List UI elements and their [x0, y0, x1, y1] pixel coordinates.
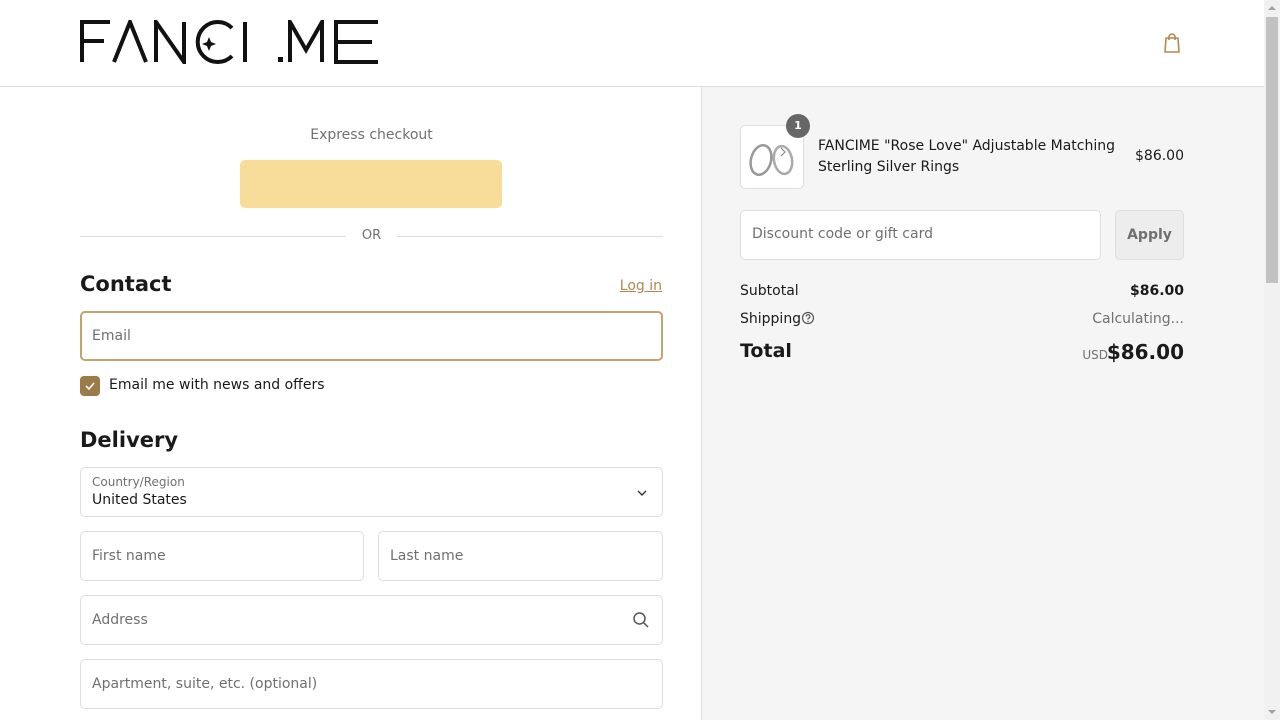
- discount-code-input[interactable]: Discount code or gift card: [740, 210, 1101, 260]
- product-price: $86.00: [1135, 148, 1184, 164]
- total-value: $86.00: [1106, 340, 1184, 364]
- subtotal-label: Subtotal: [740, 283, 799, 299]
- newsletter-checkbox[interactable]: [80, 376, 100, 396]
- or-label: OR: [361, 228, 382, 243]
- last-name-field[interactable]: Last name: [378, 531, 663, 581]
- contact-heading: Contact: [80, 272, 172, 296]
- header: [0, 0, 1264, 87]
- order-summary: 1 FANCIME "Rose Love" Adjustable Matchin…: [702, 87, 1264, 720]
- address-placeholder: Address: [92, 612, 148, 628]
- total-currency: USD: [1082, 348, 1108, 362]
- discount-placeholder: Discount code or gift card: [752, 226, 933, 242]
- shipping-label: Shipping: [740, 311, 802, 327]
- first-name-field[interactable]: First name: [80, 531, 364, 581]
- apply-discount-button[interactable]: Apply: [1115, 210, 1184, 260]
- shipping-value: Calculating...: [1092, 311, 1184, 327]
- country-label: Country/Region: [92, 475, 185, 489]
- total-label: Total: [740, 340, 792, 362]
- checkout-main: Express checkout OR Contact Log in Email…: [0, 87, 702, 720]
- delivery-heading: Delivery: [80, 428, 179, 452]
- country-select[interactable]: Country/Region United States: [80, 467, 663, 517]
- checkmark-icon: [85, 382, 95, 391]
- express-checkout-button[interactable]: [240, 160, 502, 208]
- apartment-field[interactable]: Apartment, suite, etc. (optional): [80, 659, 663, 709]
- cart-bag-icon[interactable]: [1161, 32, 1183, 54]
- fancime-logo[interactable]: [80, 14, 380, 69]
- scroll-up-arrow-icon[interactable]: [1264, 0, 1280, 16]
- page-scrollbar[interactable]: [1264, 0, 1280, 720]
- newsletter-label: Email me with news and offers: [109, 377, 325, 393]
- address-field[interactable]: Address: [80, 595, 663, 645]
- first-name-placeholder: First name: [92, 548, 166, 564]
- email-placeholder: Email: [92, 328, 131, 344]
- country-value: United States: [92, 492, 187, 508]
- product-name: FANCIME "Rose Love" Adjustable Matching …: [818, 138, 1116, 175]
- search-icon: [633, 612, 649, 628]
- scrollbar-thumb[interactable]: [1266, 17, 1278, 283]
- login-link[interactable]: Log in: [620, 278, 662, 294]
- chevron-down-icon: [637, 490, 647, 496]
- email-field[interactable]: Email: [80, 311, 663, 361]
- help-circle-icon[interactable]: [801, 311, 815, 325]
- subtotal-value: $86.00: [1129, 283, 1184, 299]
- apartment-placeholder: Apartment, suite, etc. (optional): [92, 676, 318, 692]
- quantity-badge: 1: [786, 114, 810, 138]
- scroll-down-arrow-icon[interactable]: [1264, 704, 1280, 720]
- express-checkout-label: Express checkout: [310, 127, 433, 143]
- last-name-placeholder: Last name: [390, 548, 464, 564]
- or-divider: OR: [80, 227, 663, 245]
